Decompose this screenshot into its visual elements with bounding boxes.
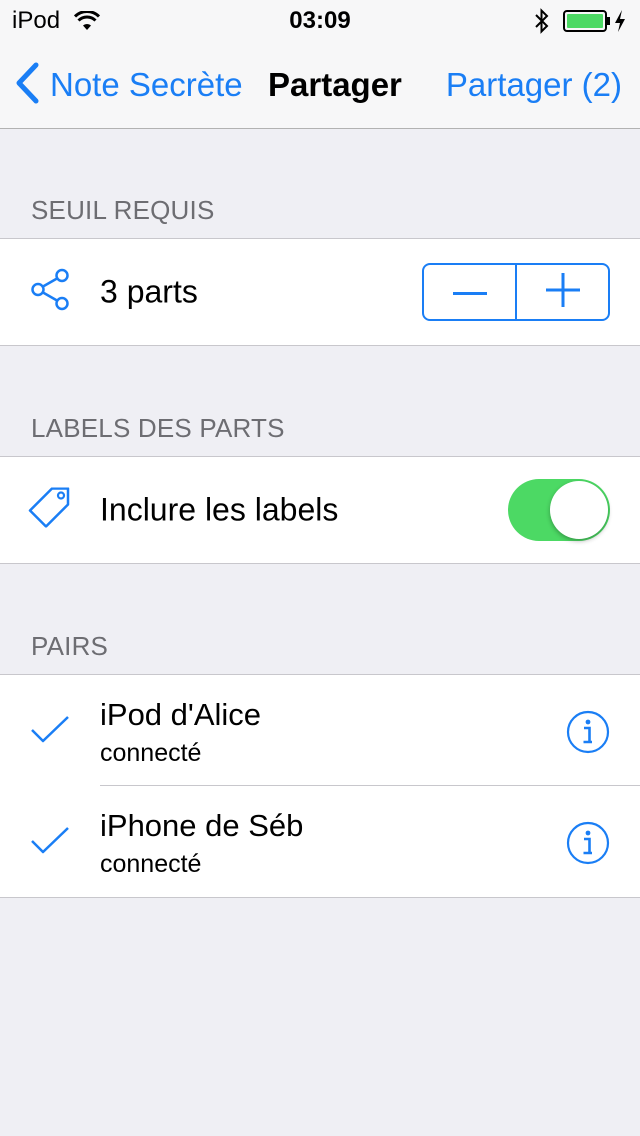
peers-group: iPod d'Alice connecté iPhone de Séb conn… bbox=[0, 674, 640, 898]
plus-icon bbox=[545, 272, 580, 312]
peer-name: iPhone de Séb bbox=[100, 808, 304, 843]
chevron-left-icon bbox=[14, 62, 40, 109]
share-button[interactable]: Partager (2) bbox=[446, 66, 622, 104]
list-item[interactable]: iPhone de Séb connecté bbox=[0, 786, 640, 897]
peer-name: iPod d'Alice bbox=[100, 697, 262, 732]
back-button-label: Note Secrète bbox=[50, 66, 243, 103]
battery-icon bbox=[563, 10, 611, 39]
decrement-button[interactable] bbox=[424, 265, 515, 319]
navigation-bar: Note Secrète Partager Partager (2) bbox=[0, 40, 640, 129]
peer-status: connecté bbox=[100, 850, 202, 878]
increment-button[interactable] bbox=[515, 265, 608, 319]
toggle-knob bbox=[550, 481, 608, 539]
threshold-row: 3 parts bbox=[0, 239, 640, 345]
threshold-value: 3 parts bbox=[100, 273, 198, 310]
threshold-section-header: SEUIL REQUIS bbox=[31, 195, 215, 225]
labels-group: Inclure les labels bbox=[0, 456, 640, 564]
page-title: Partager bbox=[268, 66, 402, 103]
charging-icon bbox=[614, 9, 626, 40]
share-icon bbox=[28, 268, 72, 317]
labels-section-header: LABELS DES PARTS bbox=[31, 413, 285, 443]
minus-icon bbox=[452, 283, 487, 301]
tag-icon bbox=[28, 487, 72, 533]
status-bar: iPod 03:09 bbox=[0, 0, 640, 40]
threshold-stepper[interactable] bbox=[422, 263, 610, 321]
checkmark-icon bbox=[30, 826, 70, 861]
bluetooth-icon bbox=[534, 8, 550, 41]
include-labels-label: Inclure les labels bbox=[100, 491, 339, 528]
info-icon[interactable] bbox=[566, 821, 610, 870]
include-labels-toggle[interactable] bbox=[508, 479, 610, 541]
back-button[interactable]: Note Secrète bbox=[14, 62, 243, 109]
threshold-group: 3 parts bbox=[0, 238, 640, 346]
peer-status: connecté bbox=[100, 739, 202, 767]
info-icon[interactable] bbox=[566, 710, 610, 759]
include-labels-row: Inclure les labels bbox=[0, 457, 640, 563]
peers-section-header: PAIRS bbox=[31, 631, 109, 661]
list-item[interactable]: iPod d'Alice connecté bbox=[0, 675, 640, 786]
checkmark-icon bbox=[30, 715, 70, 750]
